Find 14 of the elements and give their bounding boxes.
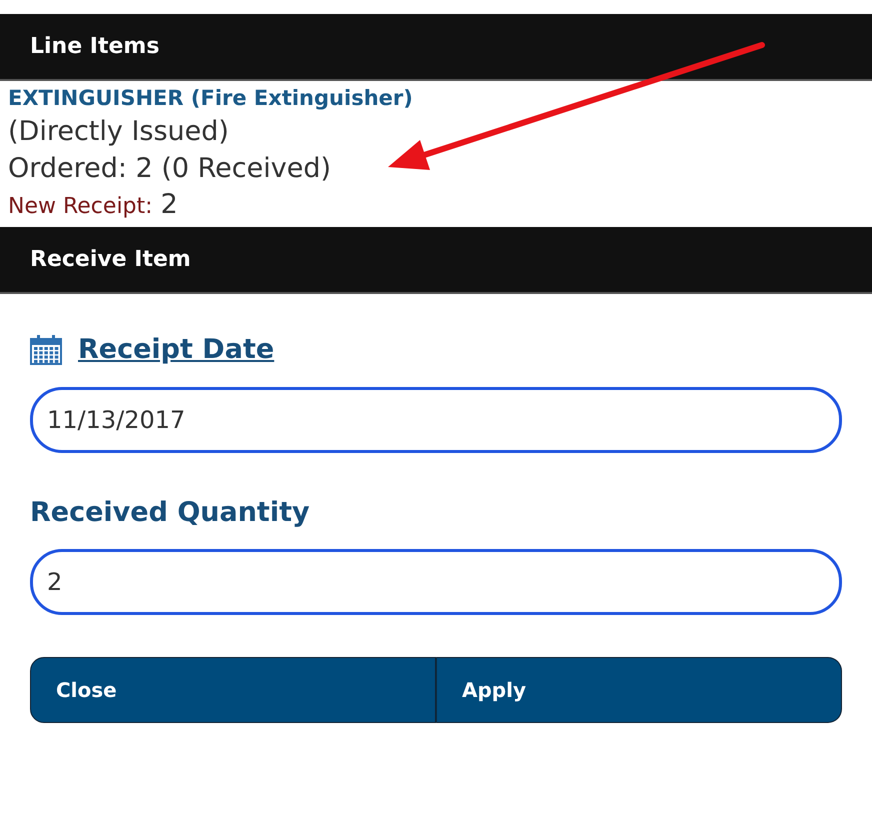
section-header: Receive Item (0, 227, 872, 294)
section-header: Line Items (0, 14, 872, 81)
item-link[interactable]: EXTINGUISHER (Fire Extinguisher) (8, 85, 864, 112)
ordered-count: Ordered: 2 (0 Received) (8, 152, 332, 186)
calendar-icon[interactable] (30, 335, 62, 366)
receipt-date-link[interactable]: Receipt Date (78, 330, 274, 371)
date-field[interactable]: 11/13/2017 (30, 386, 842, 453)
issue-status: (Directly Issued) (8, 116, 230, 149)
quantity-field[interactable]: 2 (30, 549, 842, 616)
new-receipt-label: New Receipt: (8, 193, 153, 222)
new-receipt-value: 2 (160, 189, 178, 222)
apply-button[interactable]: Apply (436, 657, 842, 724)
close-button[interactable]: Close (30, 657, 436, 724)
field-label: Received Quantity (30, 496, 310, 530)
